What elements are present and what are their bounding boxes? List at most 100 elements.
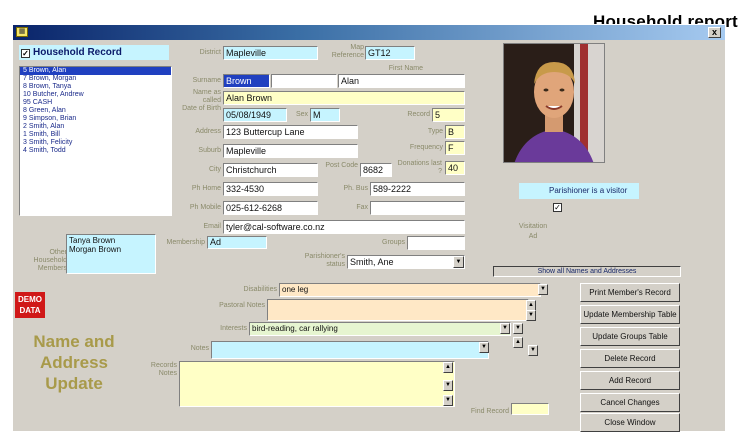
- city-label: City: [208, 166, 221, 173]
- frequency-label: Frequency: [409, 144, 443, 151]
- demo-data-badge: DEMO DATA: [15, 292, 45, 318]
- checkbox-mark-icon: ✓: [21, 49, 30, 58]
- address-field[interactable]: 123 Buttercup Lane: [223, 125, 358, 139]
- dob-field[interactable]: 05/08/1949: [223, 108, 287, 122]
- record-field[interactable]: 5: [432, 108, 465, 122]
- delete-record-button[interactable]: Delete Record: [580, 349, 680, 368]
- type-field[interactable]: B: [445, 125, 465, 139]
- page-heading: Name and Address Update: [33, 332, 115, 393]
- household-record-label: Household Record: [33, 47, 122, 58]
- parishioner-status-label: Parishioner's status: [304, 253, 345, 268]
- records-scroll-mid-icon[interactable]: ▼: [443, 380, 453, 391]
- post-code-field[interactable]: 8682: [360, 163, 392, 177]
- interests-field[interactable]: bird-reading, car rallying: [249, 322, 511, 336]
- visitor-checkbox-mark-icon: ✓: [553, 203, 562, 212]
- app-icon: ▦: [16, 27, 28, 37]
- donations-label: Donations last ?: [397, 160, 442, 175]
- phone-mobile-field[interactable]: 025-612-6268: [223, 201, 318, 215]
- phone-home-field[interactable]: 332-4530: [223, 182, 318, 196]
- membership-label: Membership: [166, 239, 205, 246]
- pastoral-notes-field[interactable]: [267, 299, 529, 321]
- close-window-icon[interactable]: x: [708, 27, 721, 38]
- suburb-label: Suburb: [198, 147, 221, 154]
- phone-business-label: Ph. Bus: [343, 185, 368, 192]
- notes-scroll-side-icon[interactable]: ▼: [528, 345, 538, 356]
- household-names-list[interactable]: 5 Brown, Alan 7 Brown, Morgan 8 Brown, T…: [19, 66, 172, 216]
- records-scroll-up-icon[interactable]: ▲: [443, 362, 453, 373]
- district-field[interactable]: Mapleville: [223, 46, 318, 60]
- fax-field[interactable]: [370, 201, 465, 215]
- find-record-field[interactable]: [511, 403, 549, 415]
- phone-mobile-label: Ph Mobile: [189, 204, 221, 211]
- surname-extra-field[interactable]: [271, 74, 337, 88]
- disabilities-field[interactable]: one leg: [279, 283, 541, 297]
- records-notes-field[interactable]: [179, 361, 455, 407]
- parishioner-visitor-checkbox[interactable]: Parishioner is a visitor ✓: [519, 183, 639, 212]
- map-reference-label: Map Reference: [331, 44, 364, 59]
- list-item[interactable]: 7 Brown, Morgan: [20, 75, 171, 83]
- frequency-field[interactable]: F: [445, 141, 465, 155]
- suburb-field[interactable]: Mapleville: [223, 144, 358, 158]
- fax-label: Fax: [356, 204, 368, 211]
- list-item[interactable]: 8 Green, Alan: [20, 107, 171, 115]
- show-all-names-button[interactable]: Show all Names and Addresses: [493, 266, 681, 277]
- disabilities-scroll-icon[interactable]: ▼: [538, 284, 548, 295]
- pastoral-scroll-down-icon[interactable]: ▼: [526, 310, 536, 321]
- list-item[interactable]: 2 Smith, Alan: [20, 123, 171, 131]
- list-item[interactable]: 10 Butcher, Andrew: [20, 91, 171, 99]
- visitation-label: Visitation: [518, 223, 548, 230]
- sex-field[interactable]: M: [310, 108, 340, 122]
- surname-label: Surname: [192, 77, 221, 84]
- name-as-called-label: Name as called: [192, 89, 221, 104]
- visitation-value: Ad: [528, 233, 538, 240]
- list-item[interactable]: 3 Smith, Felicity: [20, 139, 171, 147]
- update-membership-button[interactable]: Update Membership Table: [580, 305, 680, 324]
- records-notes-label: Records Notes: [150, 362, 177, 377]
- first-name-label: First Name: [388, 65, 423, 72]
- pastoral-notes-label: Pastoral Notes: [219, 302, 265, 309]
- name-as-called-field[interactable]: Alan Brown: [223, 91, 465, 105]
- list-item[interactable]: 8 Brown, Tanya: [20, 83, 171, 91]
- list-item[interactable]: 9 Simpson, Brian: [20, 115, 171, 123]
- household-record-checkbox[interactable]: ✓ Household Record: [19, 45, 169, 60]
- list-item[interactable]: 95 CASH: [20, 99, 171, 107]
- membership-field[interactable]: Ad: [207, 236, 267, 249]
- records-scroll-down-icon[interactable]: ▼: [443, 395, 453, 406]
- phone-business-field[interactable]: 589-2222: [370, 182, 465, 196]
- add-record-button[interactable]: Add Record: [580, 371, 680, 390]
- other-members-label: Other Household Members: [33, 249, 67, 272]
- list-item[interactable]: 5 Brown, Alan: [20, 67, 171, 75]
- update-groups-button[interactable]: Update Groups Table: [580, 327, 680, 346]
- sex-label: Sex: [295, 111, 308, 118]
- interests-scroll-icon[interactable]: ▼: [500, 323, 510, 334]
- groups-field[interactable]: [407, 236, 465, 250]
- city-field[interactable]: Christchurch: [223, 163, 318, 177]
- post-code-label: Post Code: [325, 162, 358, 169]
- parishioner-visitor-label: Parishioner is a visitor: [549, 186, 628, 195]
- donations-field[interactable]: 40: [445, 161, 465, 175]
- map-reference-field[interactable]: GT12: [365, 46, 415, 60]
- list-item[interactable]: 4 Smith, Todd: [20, 147, 171, 155]
- first-name-field[interactable]: Alan: [338, 74, 465, 88]
- groups-label: Groups: [382, 239, 405, 246]
- interests-scroll-up-icon[interactable]: ▲: [513, 337, 523, 348]
- email-field[interactable]: tyler@cal-software.co.nz: [223, 220, 465, 234]
- other-members-list[interactable]: Tanya Brown Morgan Brown: [66, 234, 156, 274]
- address-label: Address: [195, 128, 221, 135]
- parishioner-status-select[interactable]: Smith, Ane: [347, 255, 465, 269]
- surname-field[interactable]: Brown: [223, 74, 270, 88]
- print-record-button[interactable]: Print Member's Record: [580, 283, 680, 302]
- interests-scroll-down-icon[interactable]: ▼: [513, 323, 523, 334]
- notes-scroll-icon[interactable]: ▼: [479, 342, 489, 353]
- list-item[interactable]: 1 Smith, Bill: [20, 131, 171, 139]
- phone-home-label: Ph Home: [191, 185, 221, 192]
- member-photo: [503, 43, 605, 163]
- close-window-button[interactable]: Close Window: [580, 413, 680, 432]
- find-record-label: Find Record: [470, 408, 509, 415]
- title-bar[interactable]: ▦ x: [13, 25, 725, 40]
- dropdown-arrow-icon[interactable]: ▼: [453, 256, 464, 268]
- record-label: Record: [407, 111, 430, 118]
- notes-field[interactable]: [211, 341, 489, 359]
- type-label: Type: [427, 128, 443, 135]
- cancel-changes-button[interactable]: Cancel Changes: [580, 393, 680, 412]
